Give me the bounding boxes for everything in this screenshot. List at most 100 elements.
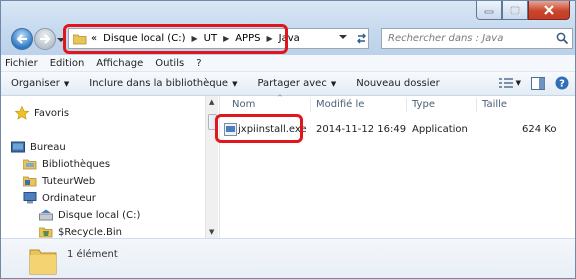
chevron-right-icon[interactable]: ▶ [223, 34, 229, 43]
menu-bar: Fichier Edition Affichage Outils ? [1, 55, 575, 72]
breadcrumb-apps[interactable]: APPS [235, 33, 260, 44]
recycle-bin-icon [39, 227, 53, 238]
command-bar: Organiser ▼ Inclure dans la bibliothèque… [1, 72, 575, 96]
organize-button[interactable]: Organiser ▼ [11, 78, 69, 89]
title-bar: « Disque local (C:) ▶ UT ▶ APPS ▶ Java R… [1, 1, 575, 55]
desktop-icon [11, 141, 25, 153]
window-controls [476, 1, 570, 20]
status-bar: 1 élément [1, 238, 575, 278]
share-label: Partager avec [257, 78, 327, 89]
nav-label: Ordinateur [42, 192, 96, 204]
svg-text:?: ? [559, 79, 565, 90]
chevron-down-icon: ▼ [63, 79, 70, 88]
nav-computer[interactable]: Ordinateur [23, 192, 96, 204]
file-name: jxpiinstall.exe [238, 124, 307, 135]
back-button[interactable] [11, 28, 33, 50]
view-controls: ▼ ? [498, 76, 569, 90]
navigation-pane: Favoris Bureau Bibliothèques TuteurWeb O… [1, 96, 219, 238]
recent-pages-dropdown[interactable] [57, 37, 65, 43]
close-icon [544, 5, 554, 15]
column-divider[interactable] [476, 98, 477, 112]
menu-view[interactable]: Affichage [96, 58, 143, 69]
column-header-type[interactable]: Type [412, 99, 435, 110]
column-header-modified[interactable]: Modifié le [316, 99, 364, 110]
table-row[interactable]: jxpiinstall.exe 2014-11-12 16:49 Applica… [220, 121, 575, 139]
address-bar[interactable]: « Disque local (C:) ▶ UT ▶ APPS ▶ Java [68, 28, 369, 49]
scroll-down-icon[interactable]: ▼ [209, 228, 214, 236]
nav-label: Bureau [30, 141, 66, 153]
share-with-button[interactable]: Partager avec ▼ [257, 78, 336, 89]
nav-favorites[interactable]: Favoris [15, 106, 69, 120]
nav-libraries[interactable]: Bibliothèques [23, 158, 110, 170]
menu-help[interactable]: ? [196, 58, 201, 69]
sort-indicator-icon: ^ [277, 94, 283, 102]
file-type: Application [412, 124, 468, 135]
chevron-down-icon: ▼ [515, 79, 521, 87]
include-label: Inclure dans la bibliothèque [89, 78, 229, 89]
explorer-window: « Disque local (C:) ▶ UT ▶ APPS ▶ Java R… [0, 0, 576, 279]
exe-icon [224, 123, 237, 136]
forward-arrow-icon [40, 34, 51, 44]
nav-tuteurweb[interactable]: TuteurWeb [23, 175, 95, 187]
new-folder-button[interactable]: Nouveau dossier [356, 78, 440, 89]
column-divider[interactable] [406, 98, 407, 112]
item-count: 1 élément [67, 249, 118, 260]
include-in-library-button[interactable]: Inclure dans la bibliothèque ▼ [89, 78, 237, 89]
close-button[interactable] [528, 1, 570, 20]
nav-label: Disque local (C:) [58, 209, 141, 221]
search-input[interactable]: Rechercher dans : Java [381, 28, 573, 49]
chevron-right-icon[interactable]: ▶ [266, 34, 272, 43]
folder-icon [23, 176, 37, 187]
library-icon [23, 159, 37, 170]
column-header-name[interactable]: Nom [232, 99, 255, 110]
file-modified: 2014-11-12 16:49 [316, 124, 407, 135]
address-history-dropdown[interactable] [339, 34, 347, 40]
breadcrumb-ut[interactable]: UT [204, 33, 217, 44]
preview-pane-icon[interactable] [531, 76, 545, 90]
maximize-icon [510, 5, 520, 15]
breadcrumb-disk[interactable]: Disque local (C:) [103, 33, 185, 44]
menu-edit[interactable]: Edition [50, 58, 85, 69]
maximize-button[interactable] [502, 1, 528, 20]
nav-recycle-bin[interactable]: $Recycle.Bin [39, 226, 122, 238]
breadcrumb-overflow[interactable]: « [91, 33, 97, 44]
scroll-up-icon[interactable]: ▲ [209, 98, 214, 106]
computer-icon [23, 192, 37, 204]
organize-label: Organiser [11, 78, 60, 89]
nav-label: Favoris [34, 107, 70, 119]
star-icon [15, 106, 29, 120]
chevron-right-icon[interactable]: ▶ [191, 34, 197, 43]
minimize-button[interactable] [476, 1, 502, 20]
column-divider[interactable] [310, 98, 311, 112]
nav-local-disk[interactable]: Disque local (C:) [39, 209, 140, 221]
view-options-icon [498, 78, 513, 88]
refresh-icon [356, 33, 366, 43]
file-list: ^ Nom Modifié le Type Taille jxpiinstall… [219, 94, 575, 238]
forward-button[interactable] [34, 28, 56, 50]
menu-file[interactable]: Fichier [5, 58, 38, 69]
nav-label: TuteurWeb [42, 175, 96, 187]
search-icon[interactable] [556, 32, 569, 45]
file-size: 624 Ko [522, 124, 557, 135]
column-header-size[interactable]: Taille [482, 99, 507, 110]
chevron-down-icon: ▼ [232, 79, 238, 88]
nav-desktop[interactable]: Bureau [11, 141, 66, 153]
minimize-icon [484, 10, 494, 14]
chevron-down-icon: ▼ [330, 79, 337, 88]
drive-icon [39, 209, 53, 221]
search-placeholder: Rechercher dans : Java [388, 33, 504, 44]
nav-label: $Recycle.Bin [58, 226, 123, 238]
scrollbar-thumb[interactable] [208, 114, 217, 130]
help-icon[interactable]: ? [555, 76, 569, 90]
refresh-button[interactable] [353, 29, 369, 47]
new-folder-label: Nouveau dossier [356, 78, 440, 89]
navigation-scrollbar[interactable]: ▲ ▼ [205, 96, 218, 238]
nav-label: Bibliothèques [42, 158, 111, 170]
back-arrow-icon [16, 34, 27, 44]
view-options-button[interactable]: ▼ [498, 77, 521, 89]
breadcrumb-java[interactable]: Java [279, 33, 300, 44]
folder-icon [29, 249, 57, 275]
folder-icon [73, 34, 87, 44]
menu-tools[interactable]: Outils [155, 58, 184, 69]
breadcrumb: « Disque local (C:) ▶ UT ▶ APPS ▶ Java [91, 33, 300, 44]
